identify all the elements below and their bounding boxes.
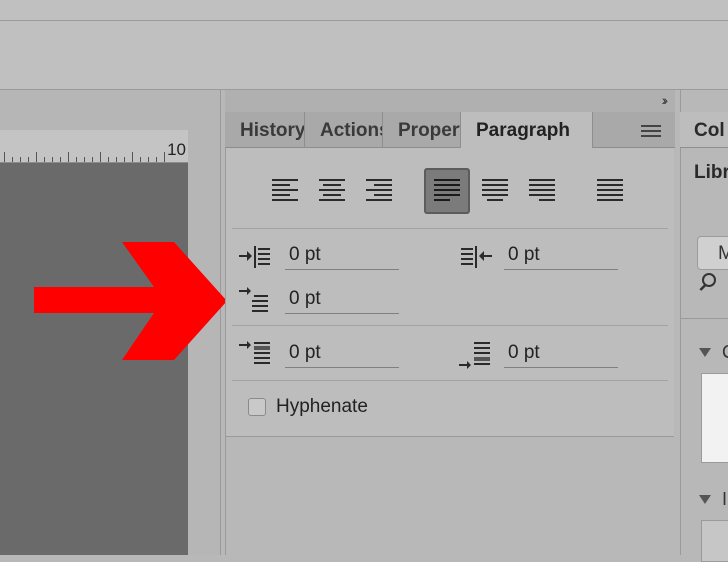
space-before-input[interactable]: 0 pt	[285, 341, 399, 368]
tab-label: Col	[694, 120, 725, 141]
dock-header: ››	[225, 90, 675, 112]
divider	[680, 318, 728, 319]
ruler-tick	[20, 157, 21, 162]
ruler-tick	[124, 157, 125, 162]
divider	[232, 325, 668, 326]
ruler-tick	[84, 157, 85, 162]
ruler-tick	[108, 157, 109, 162]
panel-tabs: History Actions Properties Paragraph	[225, 112, 675, 148]
section-label: I	[722, 489, 728, 509]
library-preview	[701, 373, 728, 463]
justify-last-center-icon	[482, 179, 508, 201]
justify-last-center-button[interactable]	[472, 168, 518, 214]
application-bar	[0, 0, 728, 21]
ruler-tick	[36, 152, 37, 162]
panel-menu-icon[interactable]	[641, 125, 661, 140]
space-before-icon	[239, 341, 270, 364]
red-arrow-annotation	[34, 242, 227, 360]
justify-last-left-button[interactable]	[424, 168, 470, 214]
tab-label: Properties	[398, 120, 460, 141]
disclosure-triangle-icon[interactable]	[699, 495, 711, 504]
right-panel-column	[680, 90, 728, 555]
libraries-label: Libr	[694, 162, 728, 183]
library-dropdown-button[interactable]: M	[697, 236, 728, 270]
tab-label: History	[240, 120, 305, 141]
align-center-icon	[319, 179, 345, 201]
tab-label: Paragraph	[476, 120, 570, 141]
ruler-tick	[116, 157, 117, 162]
section-label: C	[722, 342, 728, 363]
search-icon[interactable]	[698, 272, 718, 294]
indent-first-line-input[interactable]: 0 pt	[285, 287, 399, 314]
indent-right-icon	[461, 246, 492, 268]
align-center-button[interactable]	[309, 168, 355, 214]
ruler-tick	[156, 157, 157, 162]
ruler-tick	[68, 152, 69, 162]
disclosure-triangle-icon[interactable]	[699, 348, 711, 357]
divider	[232, 380, 668, 381]
ruler-tick	[164, 152, 165, 162]
ruler-tick	[140, 157, 141, 162]
tab-properties[interactable]: Properties	[383, 112, 461, 147]
indent-left-input[interactable]: 0 pt	[285, 243, 399, 270]
ruler-label: 10	[167, 140, 186, 159]
align-left-button[interactable]	[262, 168, 308, 214]
ruler-tick	[92, 157, 93, 162]
align-left-icon	[272, 179, 298, 201]
ruler-tick	[76, 157, 77, 162]
paragraph-panel: 0 pt 0 pt 0 pt 0 pt 0 pt Hyphenate	[226, 148, 674, 437]
ruler-tick	[132, 152, 133, 162]
justify-all-icon	[597, 179, 623, 201]
divider	[232, 228, 668, 229]
indent-first-line-icon	[239, 287, 268, 312]
tab-paragraph[interactable]: Paragraph	[461, 112, 593, 148]
align-right-button[interactable]	[356, 168, 402, 214]
ruler-tick	[60, 157, 61, 162]
horizontal-ruler: 10	[0, 130, 188, 163]
ruler-tick	[4, 152, 5, 162]
double-chevron-right-icon[interactable]: ››	[662, 92, 669, 108]
ruler-tick	[28, 157, 29, 162]
justify-last-right-button[interactable]	[519, 168, 565, 214]
tab-history[interactable]: History	[225, 112, 305, 147]
indent-left-icon	[239, 246, 270, 268]
align-right-icon	[366, 179, 392, 201]
tab-actions[interactable]: Actions	[305, 112, 383, 147]
hyphenate-label: Hyphenate	[276, 396, 368, 417]
hyphenate-checkbox[interactable]	[248, 398, 266, 416]
tab-color[interactable]: Col	[680, 112, 728, 148]
library-button-label: M	[718, 243, 728, 264]
ruler-tick	[148, 157, 149, 162]
ruler-tick	[100, 152, 101, 162]
space-after-input[interactable]: 0 pt	[504, 341, 618, 368]
ruler-tick	[12, 157, 13, 162]
library-preview	[701, 520, 728, 562]
space-after-icon	[459, 342, 490, 369]
indent-right-input[interactable]: 0 pt	[504, 243, 618, 270]
justify-last-left-icon	[434, 179, 460, 201]
justify-all-button[interactable]	[587, 168, 633, 214]
justify-last-right-icon	[529, 179, 555, 201]
ruler-tick	[44, 157, 45, 162]
ruler-tick	[52, 157, 53, 162]
options-bar	[0, 21, 728, 90]
tab-label: Actions	[320, 120, 383, 141]
